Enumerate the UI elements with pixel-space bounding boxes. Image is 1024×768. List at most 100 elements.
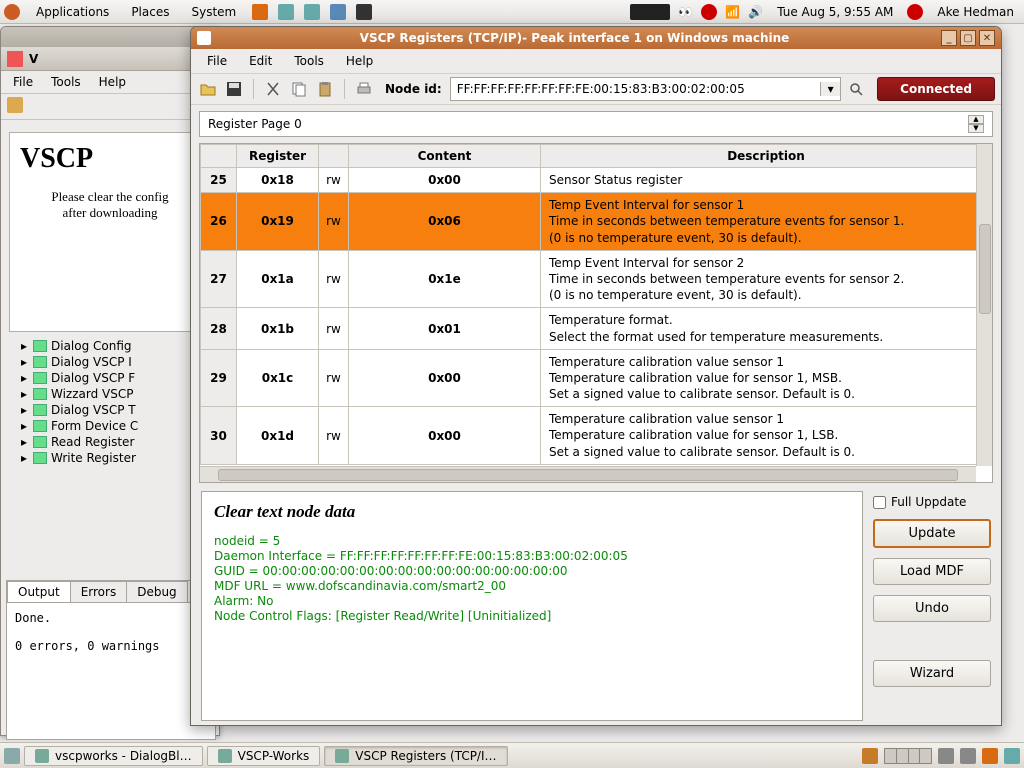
row-content[interactable]: 0x1e	[349, 250, 541, 308]
trash-icon[interactable]	[862, 748, 878, 764]
tray-icon[interactable]	[938, 748, 954, 764]
taskbar-item[interactable]: VSCP Registers (TCP/I…	[324, 746, 507, 766]
register-row[interactable]: 300x1drw0x00Temperature calibration valu…	[201, 407, 992, 465]
project-tree[interactable]: ▸Dialog Config▸Dialog VSCP I▸Dialog VSCP…	[5, 338, 215, 466]
grid-hscrollbar[interactable]	[200, 466, 976, 482]
applet-icon[interactable]	[630, 4, 670, 20]
col-content[interactable]: Content	[349, 145, 541, 168]
row-register[interactable]: 0x1c	[237, 349, 319, 407]
tab-output[interactable]: Output	[7, 581, 71, 602]
open-button[interactable]	[197, 78, 219, 100]
tree-node[interactable]: ▸Write Register	[5, 450, 215, 466]
update-notifier-icon[interactable]	[701, 4, 717, 20]
maximize-button[interactable]: ▢	[960, 30, 976, 46]
paste-button[interactable]	[314, 78, 336, 100]
register-row[interactable]: 270x1arw0x1eTemp Event Interval for sens…	[201, 250, 992, 308]
workspace-switcher[interactable]	[884, 748, 932, 764]
bgwin-menu-file[interactable]: File	[5, 73, 41, 91]
tray-icon[interactable]	[960, 748, 976, 764]
tree-node[interactable]: ▸Dialog VSCP F	[5, 370, 215, 386]
firefox-tray-icon[interactable]	[982, 748, 998, 764]
col-rw[interactable]	[319, 145, 349, 168]
nodeid-dropdown-button[interactable]: ▾	[820, 82, 840, 96]
taskbar-item[interactable]: VSCP-Works	[207, 746, 321, 766]
tree-node[interactable]: ▸Dialog VSCP T	[5, 402, 215, 418]
register-page-selector[interactable]: Register Page 0 ▲▼	[199, 111, 993, 137]
copy-button[interactable]	[288, 78, 310, 100]
register-row[interactable]: 250x18rw0x00Sensor Status register	[201, 168, 992, 193]
close-button[interactable]: ✕	[979, 30, 995, 46]
row-register[interactable]: 0x19	[237, 193, 319, 251]
register-row[interactable]: 280x1brw0x01Temperature format.Select th…	[201, 308, 992, 349]
thunderbird-icon[interactable]	[304, 4, 320, 20]
spin-up-icon[interactable]: ▲	[968, 115, 984, 124]
tree-node[interactable]: ▸Dialog VSCP I	[5, 354, 215, 370]
row-register[interactable]: 0x1b	[237, 308, 319, 349]
register-grid[interactable]: Register Content Description 250x18rw0x0…	[199, 143, 993, 483]
minimize-button[interactable]: _	[941, 30, 957, 46]
menu-tools[interactable]: Tools	[284, 52, 334, 70]
open-icon[interactable]	[7, 97, 23, 113]
quit-icon[interactable]	[907, 4, 923, 20]
clear-text-panel[interactable]: Clear text node data nodeid = 5Daemon In…	[201, 491, 863, 721]
row-content[interactable]: 0x06	[349, 193, 541, 251]
tree-node[interactable]: ▸Wizzard VSCP	[5, 386, 215, 402]
tree-node[interactable]: ▸Form Device C	[5, 418, 215, 434]
row-content[interactable]: 0x00	[349, 168, 541, 193]
row-content[interactable]: 0x01	[349, 308, 541, 349]
taskbar-item[interactable]: vscpworks - DialogBl…	[24, 746, 203, 766]
save-button[interactable]	[223, 78, 245, 100]
tray-icon[interactable]	[1004, 748, 1020, 764]
system-menu[interactable]: System	[185, 3, 242, 21]
tree-node[interactable]: ▸Dialog Config	[5, 338, 215, 354]
menu-help[interactable]: Help	[336, 52, 383, 70]
grid-vscrollbar[interactable]	[976, 144, 992, 466]
firefox-icon[interactable]	[252, 4, 268, 20]
update-button[interactable]: Update	[873, 519, 991, 548]
evolution-icon[interactable]	[278, 4, 294, 20]
col-index[interactable]	[201, 145, 237, 168]
row-content[interactable]: 0x00	[349, 349, 541, 407]
tree-node[interactable]: ▸Read Register	[5, 434, 215, 450]
win-titlebar[interactable]: VSCP Registers (TCP/IP)- Peak interface …	[191, 27, 1001, 49]
row-content[interactable]: 0x00	[349, 407, 541, 465]
col-register[interactable]: Register	[237, 145, 319, 168]
nodeid-combo[interactable]: ▾	[450, 77, 841, 101]
connected-button[interactable]: Connected	[877, 77, 995, 101]
eyes-applet-icon[interactable]: 👀	[678, 5, 693, 19]
scroll-thumb[interactable]	[218, 469, 958, 481]
undo-button[interactable]: Undo	[873, 595, 991, 622]
load-mdf-button[interactable]: Load MDF	[873, 558, 991, 585]
tab-errors[interactable]: Errors	[70, 581, 128, 602]
menu-edit[interactable]: Edit	[239, 52, 282, 70]
show-desktop-icon[interactable]	[4, 748, 20, 764]
register-row[interactable]: 260x19rw0x06Temp Event Interval for sens…	[201, 193, 992, 251]
row-register[interactable]: 0x1a	[237, 250, 319, 308]
register-page-spin[interactable]: ▲▼	[968, 115, 984, 133]
applications-menu[interactable]: Applications	[30, 3, 115, 21]
places-menu[interactable]: Places	[125, 3, 175, 21]
nodeid-input[interactable]	[451, 82, 820, 96]
bgwin-titlebar[interactable]	[1, 27, 219, 47]
row-register[interactable]: 0x1d	[237, 407, 319, 465]
print-button[interactable]	[353, 78, 375, 100]
help-icon[interactable]	[330, 4, 346, 20]
cut-button[interactable]	[262, 78, 284, 100]
terminal-icon[interactable]	[356, 4, 372, 20]
full-update-input[interactable]	[873, 496, 886, 509]
col-description[interactable]: Description	[541, 145, 992, 168]
spin-down-icon[interactable]: ▼	[968, 124, 984, 133]
clock[interactable]: Tue Aug 5, 9:55 AM	[771, 3, 899, 21]
user-switcher[interactable]: Ake Hedman	[931, 5, 1020, 19]
register-row[interactable]: 290x1crw0x00Temperature calibration valu…	[201, 349, 992, 407]
wizard-button[interactable]: Wizard	[873, 660, 991, 687]
volume-icon[interactable]: 🔊	[748, 5, 763, 19]
scroll-thumb[interactable]	[979, 224, 991, 314]
tab-debug[interactable]: Debug	[126, 581, 187, 602]
menu-file[interactable]: File	[197, 52, 237, 70]
row-register[interactable]: 0x18	[237, 168, 319, 193]
distributor-logo-icon[interactable]	[4, 4, 20, 20]
full-update-checkbox[interactable]: Full Uppdate	[873, 495, 991, 509]
bgwin-menu-tools[interactable]: Tools	[43, 73, 89, 91]
search-button[interactable]	[845, 78, 867, 100]
